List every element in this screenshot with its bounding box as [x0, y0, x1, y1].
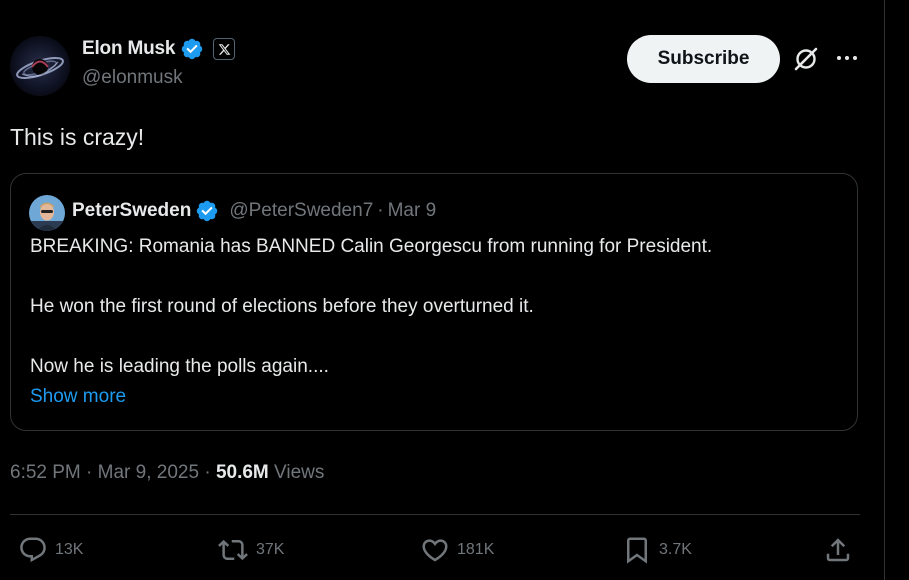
author-name-row: Elon Musk	[82, 36, 236, 62]
share-button[interactable]	[823, 535, 853, 565]
quote-author-handle[interactable]: @PeterSweden7	[229, 200, 373, 222]
quote-text-line: Now he is leading the polls again....	[30, 356, 329, 377]
verified-badge-icon	[180, 37, 204, 61]
bookmark-count: 3.7K	[659, 541, 692, 558]
quote-text-line: BREAKING: Romania has BANNED Calin Georg…	[30, 236, 713, 257]
post-meta: 6:52 PM · Mar 9, 2025 · 50.6M Views	[10, 462, 324, 484]
verified-badge-icon	[195, 199, 219, 223]
bookmark-icon	[622, 535, 652, 565]
quoted-post[interactable]: PeterSweden @PeterSweden7 · Mar 9 BREAKI…	[10, 173, 858, 431]
post-time[interactable]: 6:52 PM	[10, 462, 81, 483]
quote-header: PeterSweden @PeterSweden7 · Mar 9	[72, 198, 436, 224]
views-label: Views	[274, 462, 325, 483]
meta-separator: ·	[204, 462, 211, 483]
author-handle[interactable]: @elonmusk	[82, 67, 183, 89]
subscribe-button[interactable]: Subscribe	[627, 35, 780, 83]
more-icon[interactable]	[834, 45, 860, 71]
divider	[10, 514, 860, 515]
repost-count: 37K	[256, 541, 285, 558]
grok-icon[interactable]	[792, 45, 820, 73]
quote-author-name[interactable]: PeterSweden	[72, 200, 191, 222]
reply-button[interactable]: 13K	[18, 535, 83, 565]
show-more-link[interactable]: Show more	[30, 386, 126, 408]
post-text: This is crazy!	[10, 124, 145, 150]
author-avatar-image	[10, 36, 70, 96]
reply-icon	[18, 535, 48, 565]
quote-separator: ·	[377, 200, 384, 221]
views-count[interactable]: 50.6M	[216, 462, 269, 483]
like-icon	[420, 535, 450, 565]
repost-button[interactable]: 37K	[217, 535, 284, 565]
repost-icon	[217, 535, 249, 565]
author-name[interactable]: Elon Musk	[82, 38, 175, 60]
quote-date[interactable]: Mar 9	[388, 200, 437, 222]
bookmark-button[interactable]: 3.7K	[622, 535, 692, 565]
quote-text-line: He won the first round of elections befo…	[30, 296, 534, 317]
reply-count: 13K	[55, 541, 84, 558]
x-logo-icon	[213, 38, 236, 60]
share-icon	[823, 535, 853, 565]
author-avatar[interactable]	[10, 36, 70, 96]
quote-avatar-image	[29, 195, 65, 231]
quote-author-avatar[interactable]	[29, 195, 65, 231]
like-count: 181K	[457, 541, 495, 558]
like-button[interactable]: 181K	[420, 535, 494, 565]
meta-separator: ·	[86, 462, 93, 483]
post-date[interactable]: Mar 9, 2025	[98, 462, 199, 483]
column-border	[884, 0, 885, 580]
